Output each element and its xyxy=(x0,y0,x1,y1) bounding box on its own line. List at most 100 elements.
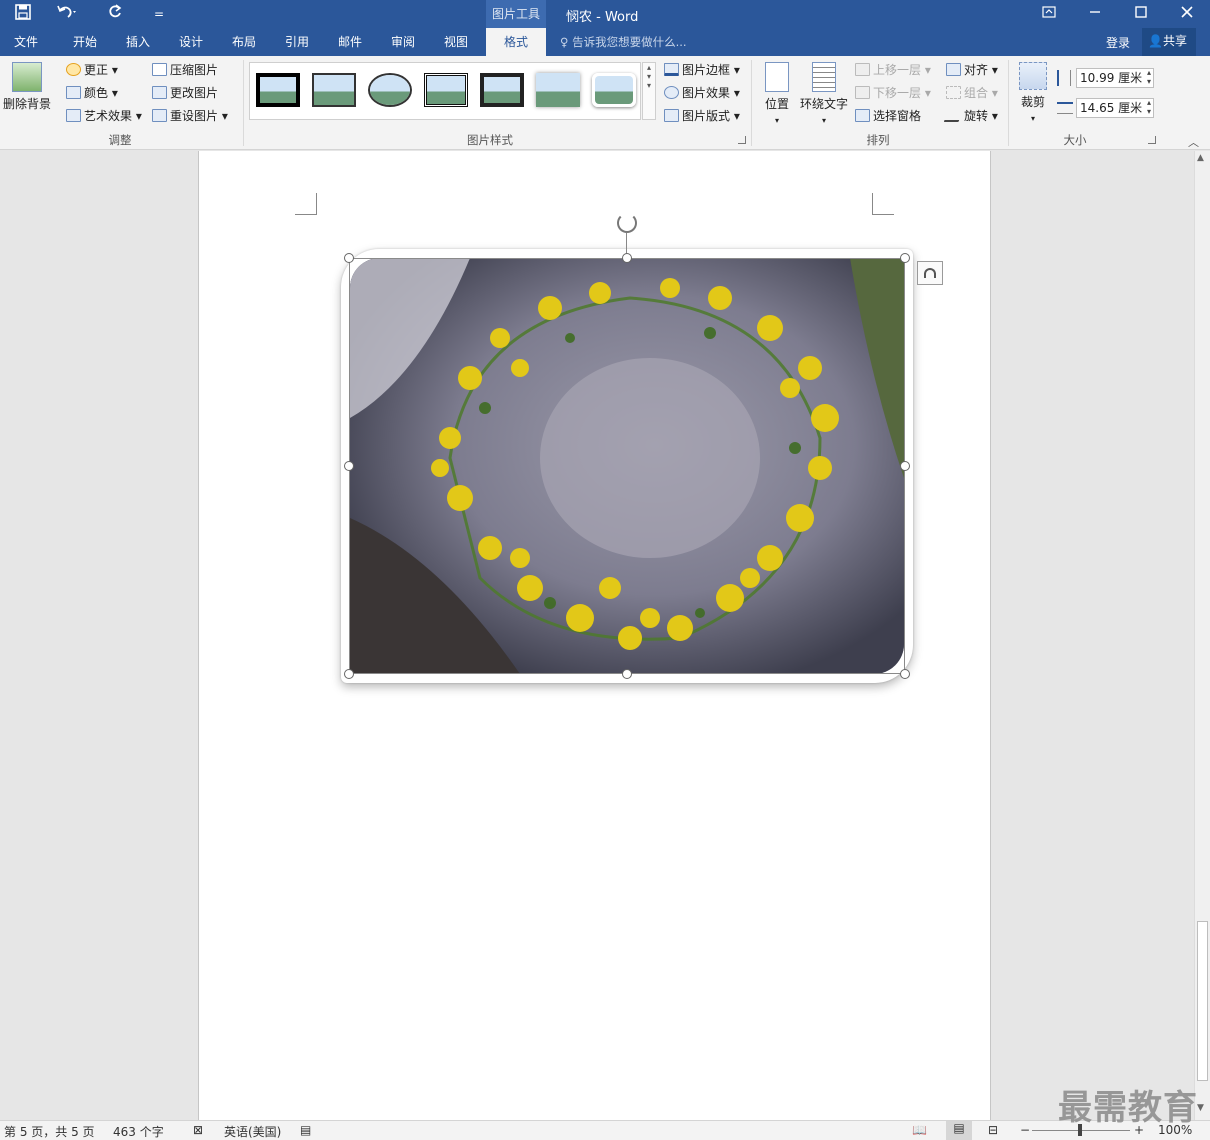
resize-handle-nw[interactable] xyxy=(344,253,354,263)
picture-border-button[interactable]: 图片边框 ▾ xyxy=(664,60,740,80)
redo-icon[interactable] xyxy=(104,4,126,24)
bring-forward-button[interactable]: 上移一层 ▾ xyxy=(855,60,931,80)
spinner-arrows-icon[interactable]: ▴ ▾ xyxy=(1147,68,1151,86)
save-icon[interactable] xyxy=(12,4,34,24)
picture-effects-button[interactable]: 图片效果 ▾ xyxy=(664,83,740,103)
word-count[interactable]: 463 个字 xyxy=(113,1123,164,1140)
group-separator xyxy=(751,60,752,146)
collapse-ribbon-icon[interactable]: ︿ xyxy=(1188,134,1199,150)
inserted-picture[interactable] xyxy=(350,258,904,674)
margin-mark-top-right xyxy=(872,193,894,215)
tab-insert[interactable]: 插入 xyxy=(113,28,163,56)
resize-handle-w[interactable] xyxy=(344,461,354,471)
tab-design[interactable]: 设计 xyxy=(166,28,216,56)
height-spinner[interactable]: 10.99 厘米 ▴ ▾ xyxy=(1076,68,1154,88)
tab-view[interactable]: 视图 xyxy=(431,28,481,56)
corrections-button[interactable]: 更正 ▾ xyxy=(66,60,118,80)
layout-options-icon[interactable] xyxy=(917,261,943,285)
align-label: 对齐 xyxy=(964,63,989,77)
minimize-icon[interactable] xyxy=(1072,0,1118,28)
reset-picture-button[interactable]: 重设图片 ▾ xyxy=(152,106,228,126)
language-indicator[interactable]: 英语(美国) xyxy=(224,1123,281,1140)
tab-review[interactable]: 审阅 xyxy=(378,28,428,56)
color-button[interactable]: 颜色 ▾ xyxy=(66,83,118,103)
rotate-label: 旋转 xyxy=(964,109,989,123)
tab-layout[interactable]: 布局 xyxy=(219,28,269,56)
ribbon-tab-bar: 文件 开始 插入 设计 布局 引用 邮件 审阅 视图 格式 ♀ 告诉我您想要做什… xyxy=(0,28,1210,56)
artistic-effects-button[interactable]: 艺术效果 ▾ xyxy=(66,106,142,126)
flower-wreath-image xyxy=(350,258,904,674)
scroll-down-icon[interactable]: ▼ xyxy=(1197,1103,1204,1113)
vertical-scrollbar[interactable]: ▲ ▼ xyxy=(1194,151,1210,1120)
gallery-scroll[interactable]: ▴ ▾ ▾ xyxy=(642,62,656,120)
group-button[interactable]: 组合 ▾ xyxy=(946,83,998,103)
group-icon xyxy=(946,86,961,99)
change-picture-button[interactable]: 更改图片 xyxy=(152,83,218,103)
resize-handle-s[interactable] xyxy=(622,669,632,679)
zoom-out-icon[interactable]: − xyxy=(1020,1123,1030,1137)
undo-icon[interactable] xyxy=(56,4,78,24)
document-area xyxy=(0,151,1194,1120)
resize-handle-se[interactable] xyxy=(900,669,910,679)
tab-file[interactable]: 文件 xyxy=(0,28,52,56)
picture-styles-gallery[interactable] xyxy=(249,62,641,120)
tab-format[interactable]: 格式 xyxy=(486,28,546,56)
change-picture-icon xyxy=(152,86,167,99)
scroll-thumb[interactable] xyxy=(1197,921,1208,1081)
wrap-text-button[interactable]: 环绕文字 ▾ xyxy=(798,62,850,126)
style-thumb-rounded-white[interactable] xyxy=(592,73,636,107)
scroll-up-icon[interactable]: ▲ xyxy=(1197,153,1204,163)
tab-mailings[interactable]: 邮件 xyxy=(325,28,375,56)
rotate-button[interactable]: 旋转 ▾ xyxy=(943,106,998,126)
read-mode-icon[interactable]: 📖 xyxy=(912,1123,927,1137)
rotate-handle-icon[interactable] xyxy=(617,213,637,233)
width-spinner[interactable]: 14.65 厘米 ▴ ▾ xyxy=(1076,98,1154,118)
print-layout-icon[interactable]: ▤ xyxy=(946,1121,972,1140)
bring-forward-label: 上移一层 xyxy=(873,63,922,77)
share-button[interactable]: 👤共享 xyxy=(1142,28,1196,56)
wrap-text-label: 环绕文字 xyxy=(799,97,848,111)
proofing-icon[interactable]: ⊠ xyxy=(193,1123,203,1137)
position-button[interactable]: 位置 ▾ xyxy=(760,62,794,126)
picture-frame[interactable] xyxy=(341,249,913,683)
close-icon[interactable] xyxy=(1164,0,1210,28)
resize-handle-ne[interactable] xyxy=(900,253,910,263)
tell-me-search[interactable]: ♀ 告诉我您想要做什么... xyxy=(560,34,687,50)
page-count[interactable]: 第 5 页，共 5 页 xyxy=(4,1123,95,1140)
picture-effects-label: 图片效果 xyxy=(682,86,731,100)
picture-layout-button[interactable]: 图片版式 ▾ xyxy=(664,106,740,126)
resize-handle-sw[interactable] xyxy=(344,669,354,679)
crop-button[interactable]: 裁剪 ▾ xyxy=(1014,62,1052,124)
reset-picture-label: 重设图片 xyxy=(170,109,219,123)
macro-record-icon[interactable]: ▤ xyxy=(300,1123,311,1137)
style-thumb-simple-frame-black[interactable] xyxy=(256,73,300,107)
tab-references[interactable]: 引用 xyxy=(272,28,322,56)
style-thumb-oval-reflected[interactable] xyxy=(368,73,412,107)
resize-handle-e[interactable] xyxy=(900,461,910,471)
color-label: 颜色 xyxy=(84,86,109,100)
web-layout-icon[interactable]: ⊟ xyxy=(988,1123,998,1137)
size-dialog-launcher-icon[interactable] xyxy=(1148,136,1156,144)
tab-home[interactable]: 开始 xyxy=(60,28,110,56)
ribbon-display-options-icon[interactable] xyxy=(1026,0,1072,28)
customize-toolbar-icon[interactable]: = xyxy=(148,4,170,24)
resize-handle-n[interactable] xyxy=(622,253,632,263)
selection-pane-button[interactable]: 选择窗格 xyxy=(855,106,921,126)
style-thumb-double-frame[interactable] xyxy=(424,73,468,107)
picture-styles-dialog-launcher-icon[interactable] xyxy=(738,136,746,144)
artistic-effects-label: 艺术效果 xyxy=(84,109,133,123)
align-button[interactable]: 对齐 ▾ xyxy=(946,60,998,80)
send-backward-button[interactable]: 下移一层 ▾ xyxy=(855,83,931,103)
document-page[interactable] xyxy=(198,151,991,1120)
remove-background-button[interactable]: 删除背景 xyxy=(2,62,52,112)
maximize-icon[interactable] xyxy=(1118,0,1164,28)
style-thumb-thick-matte[interactable] xyxy=(480,73,524,107)
compress-pictures-button[interactable]: 压缩图片 xyxy=(152,60,218,80)
login-link[interactable]: 登录 xyxy=(1106,34,1130,51)
artistic-effects-icon xyxy=(66,109,81,122)
width-icon xyxy=(1057,102,1073,114)
style-thumb-thin-black[interactable] xyxy=(312,73,356,107)
spinner-arrows-icon[interactable]: ▴ ▾ xyxy=(1147,98,1151,116)
title-bar: = 图片工具 悯农 - Word xyxy=(0,0,1210,28)
style-thumb-soft-edge[interactable] xyxy=(536,73,580,107)
